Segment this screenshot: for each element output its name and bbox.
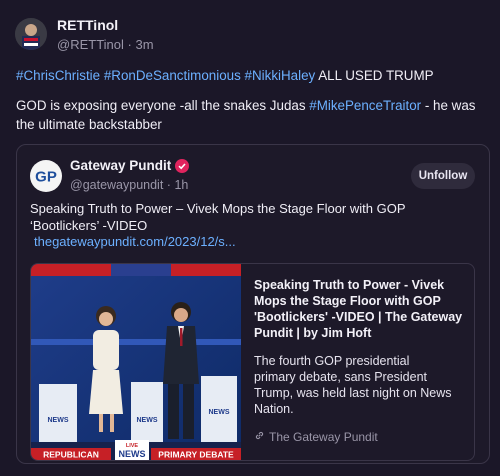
quoted-text-line2: ‘Bootlickers’ -VIDEO [30,218,148,233]
post-text-line2: GOD is exposing everyone -all the snakes… [16,96,486,115]
podium-left-text: NEWS [48,417,69,424]
verified-badge-icon [175,158,190,173]
post: RETTinol @RETTinol · 3m #ChrisChristie #… [0,0,500,476]
handle-line: @RETTinol · 3m [57,37,154,52]
quoted-handle-line: @gatewaypundit · 1h [70,178,188,192]
hashtag-rondesanctimonious[interactable]: #RonDeSanctimonious [104,68,241,83]
hashtag-chrischristie[interactable]: #ChrisChristie [16,68,100,83]
post-text-prefix: GOD is exposing everyone -all the snakes… [16,98,310,113]
quoted-display-name[interactable]: Gateway Pundit [70,158,190,173]
post-text-line1: #ChrisChristie #RonDeSanctimonious #Nikk… [16,66,486,85]
post-text-suffix: ALL USED TRUMP [315,68,434,83]
quoted-text: Speaking Truth to Power – Vivek Mops the… [30,200,470,234]
user-avatar[interactable] [15,18,47,50]
handle[interactable]: @RETTinol [57,37,124,52]
banner-right-text: PRIMARY DEBATE [158,450,234,460]
display-name[interactable]: RETTinol [57,17,118,33]
podium-center-text: NEWS [137,417,158,424]
post-text-line3: the ultimate backstabber [16,117,162,132]
preview-description: The fourth GOP presidential primary deba… [254,354,452,416]
post-text-suffix: - he was [421,98,476,113]
network-text: NEWS [119,449,146,459]
preview-source[interactable]: The Gateway Pundit [254,430,378,444]
preview-image[interactable]: NEWS NEWS NEWS REPUBLICAN LIVE NEWS PRIM… [31,264,241,460]
banner-left-text: REPUBLICAN [43,450,99,460]
podium-right-text: NEWS [209,409,230,416]
quoted-display-name-text: Gateway Pundit [70,158,172,173]
link-icon [254,430,265,444]
preview-source-text: The Gateway Pundit [269,430,378,444]
quoted-link[interactable]: thegatewaypundit.com/2023/12/s... [34,234,236,249]
quoted-timestamp[interactable]: 1h [174,178,188,192]
gateway-pundit-avatar-text: GP [35,169,57,186]
link-preview-card[interactable]: NEWS NEWS NEWS REPUBLICAN LIVE NEWS PRIM… [30,263,475,461]
hashtag-mikepencetraitor[interactable]: #MikePenceTraitor [309,98,421,113]
preview-title[interactable]: Speaking Truth to Power - Vivek Mops the… [254,277,464,341]
quoted-post[interactable]: GP Gateway Pundit @gatewaypundit · 1h Un… [16,144,490,464]
gateway-pundit-avatar[interactable]: GP [30,160,62,192]
timestamp[interactable]: 3m [136,37,154,52]
hashtag-nikkihaley[interactable]: #NikkiHaley [245,68,316,83]
quoted-handle[interactable]: @gatewaypundit [70,178,163,192]
unfollow-button[interactable]: Unfollow [411,163,475,189]
quoted-text-line1: Speaking Truth to Power – Vivek Mops the… [30,201,406,216]
separator: · [166,178,171,192]
separator: · [127,37,132,52]
